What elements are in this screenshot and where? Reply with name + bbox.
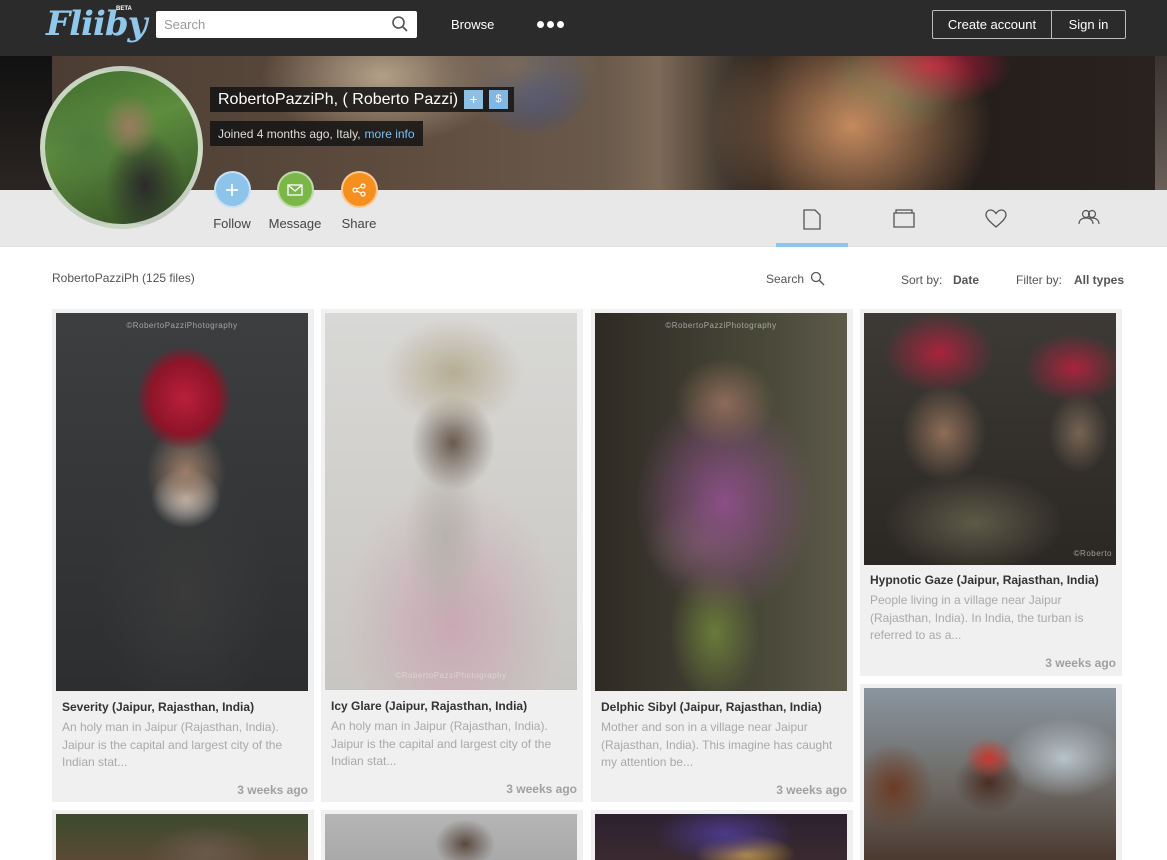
joined-text: Joined 4 months ago, Italy, [218, 126, 361, 141]
sign-in-button[interactable]: Sign in [1052, 11, 1125, 38]
file-card[interactable]: ©Roberto Hypnotic Gaze (Jaipur, Rajastha… [860, 309, 1122, 676]
search-input[interactable] [156, 11, 386, 38]
file-thumbnail[interactable]: ©RobertoPazziPhotography [325, 313, 577, 690]
message-action[interactable]: Message [265, 171, 325, 231]
watermark: ©RobertoPazziPhotography [126, 321, 238, 330]
search-box [156, 11, 417, 38]
file-title[interactable]: Icy Glare (Jaipur, Rajasthan, India) [331, 699, 527, 713]
more-info-link[interactable]: more info [365, 127, 415, 141]
files-search-label: Search [766, 271, 805, 286]
file-card[interactable]: ©RobertoPazziPhotography Delphic Sibyl (… [591, 309, 853, 802]
file-thumbnail[interactable] [595, 814, 847, 860]
top-navbar: Fliiby BETA Browse Create account Sign i… [0, 0, 1167, 56]
file-thumbnail[interactable]: ©Roberto [864, 313, 1116, 565]
avatar[interactable] [40, 66, 203, 229]
file-date: 3 weeks ago [237, 783, 308, 797]
file-thumbnail[interactable] [56, 814, 308, 860]
files-count: RobertoPazziPh (125 files) [52, 271, 195, 285]
follow-action[interactable]: Follow [202, 171, 262, 231]
search-icon[interactable] [391, 15, 409, 33]
files-icon [803, 209, 821, 230]
file-thumbnail[interactable]: ©RobertoPazziPhotography [56, 313, 308, 691]
file-description: Mother and son in a village near Jaipur … [601, 720, 833, 769]
fliiby-logo[interactable]: Fliiby BETA [46, 4, 147, 50]
tab-followers[interactable] [1053, 190, 1125, 247]
folder-icon [893, 209, 915, 228]
file-card[interactable] [860, 684, 1122, 860]
watermark: ©Roberto [1073, 549, 1112, 558]
plus-icon[interactable] [213, 171, 251, 208]
file-card[interactable] [591, 810, 853, 860]
tab-files[interactable] [776, 190, 848, 247]
file-date: 3 weeks ago [776, 783, 847, 797]
file-card[interactable]: ©RobertoPazziPhotography Icy Glare (Jaip… [321, 309, 583, 802]
file-thumbnail[interactable] [325, 814, 577, 860]
search-icon [810, 271, 825, 286]
filter-dropdown[interactable]: All types [1074, 273, 1124, 287]
logo-beta-badge: BETA [116, 6, 132, 12]
file-description: An holy man in Jaipur (Rajasthan, India)… [331, 719, 552, 768]
file-title[interactable]: Delphic Sibyl (Jaipur, Rajasthan, India) [601, 700, 822, 714]
profile-name: RobertoPazziPh, ( Roberto Pazzi) [218, 90, 459, 108]
envelope-icon[interactable] [276, 171, 314, 208]
auth-buttons: Create account Sign in [932, 10, 1126, 39]
follow-label: Follow [213, 216, 251, 231]
tab-folders[interactable] [868, 190, 940, 247]
file-description: An holy man in Jaipur (Rajasthan, India)… [62, 720, 283, 769]
file-card[interactable] [321, 810, 583, 860]
sort-label: Sort by: [901, 273, 943, 287]
watermark: ©RobertoPazziPhotography [395, 671, 507, 680]
heart-icon [985, 209, 1007, 228]
share-icon[interactable] [340, 171, 378, 208]
donate-button[interactable]: $ [489, 90, 509, 109]
sort-dropdown[interactable]: Date [953, 273, 979, 287]
files-search-button[interactable]: Search [766, 271, 825, 286]
file-card[interactable] [52, 810, 314, 860]
file-title[interactable]: Severity (Jaipur, Rajasthan, India) [62, 700, 254, 714]
file-title[interactable]: Hypnotic Gaze (Jaipur, Rajasthan, India) [870, 573, 1099, 587]
file-date: 3 weeks ago [1045, 656, 1116, 670]
file-card[interactable]: ©RobertoPazziPhotography Severity (Jaipu… [52, 309, 314, 802]
people-icon [1078, 209, 1100, 225]
file-date: 3 weeks ago [506, 782, 577, 796]
file-thumbnail[interactable] [864, 688, 1116, 860]
tab-favorites[interactable] [960, 190, 1032, 247]
joined-info: Joined 4 months ago, Italy, more info [210, 121, 423, 146]
create-account-button[interactable]: Create account [933, 11, 1052, 38]
profile-name-box: RobertoPazziPh, ( Roberto Pazzi) + $ [210, 87, 515, 112]
share-action[interactable]: Share [329, 171, 389, 231]
filter-label: Filter by: [1016, 273, 1063, 287]
file-description: People living in a village near Jaipur (… [870, 593, 1084, 642]
message-label: Message [268, 216, 322, 231]
share-label: Share [341, 216, 377, 231]
more-dots-icon[interactable] [537, 20, 565, 30]
cover-right-edge [1155, 56, 1167, 190]
watermark: ©RobertoPazziPhotography [665, 321, 777, 330]
file-thumbnail[interactable]: ©RobertoPazziPhotography [595, 313, 847, 691]
add-button[interactable]: + [464, 90, 484, 109]
browse-link[interactable]: Browse [451, 17, 494, 32]
